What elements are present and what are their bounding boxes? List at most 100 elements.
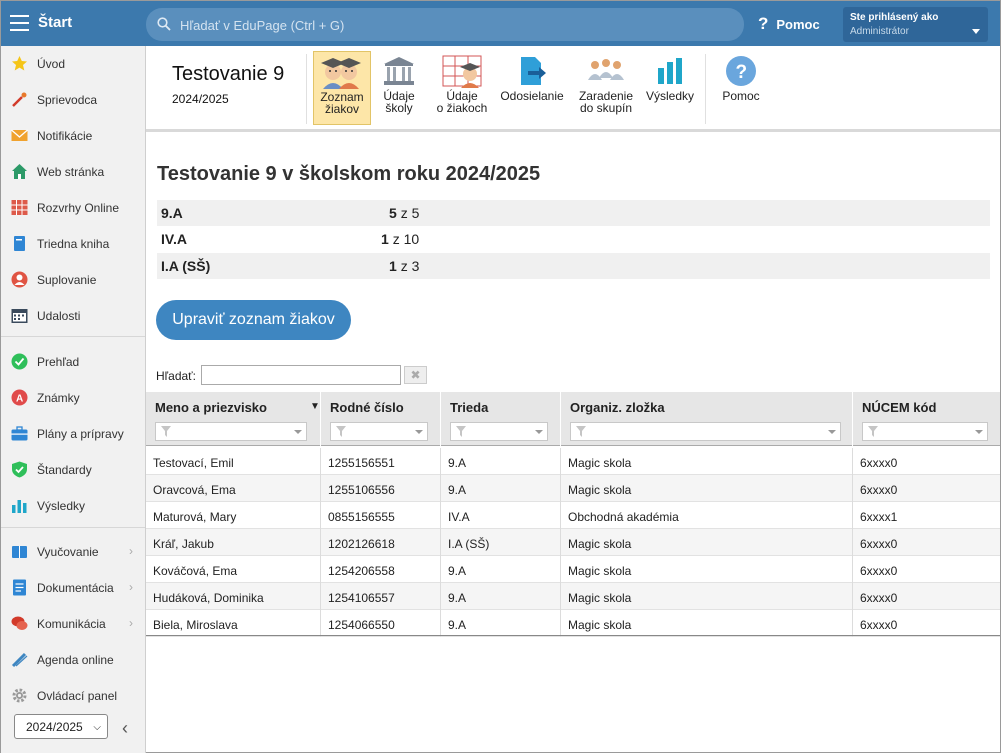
search-box[interactable] — [146, 8, 744, 41]
filter-icon — [456, 426, 466, 437]
tab-odosielanie[interactable]: Odosielanie — [499, 51, 565, 125]
check-circle-icon — [11, 353, 28, 370]
table-cell: 6xxxx1 — [860, 510, 898, 524]
class-name: IV.A — [161, 231, 187, 247]
column-header-nucem-code[interactable]: NÚCEM kód — [853, 392, 1000, 446]
table-row[interactable]: Oravcová, Ema 1255106556 9.A Magic skola 6xx… — [146, 475, 1000, 502]
edit-student-list-button[interactable]: Upraviť zoznam žiakov — [156, 300, 351, 340]
sidebar-item-triedna-kniha[interactable]: Triedna kniha — [1, 226, 145, 260]
user-status: Ste prihlásený ako — [850, 12, 939, 23]
column-filter[interactable] — [155, 422, 307, 441]
search-icon — [157, 17, 171, 31]
sidebar-item-udalosti[interactable]: Udalosti — [1, 298, 145, 332]
sidebar-item-label: Komunikácia — [37, 617, 106, 631]
table-cell: 1255106556 — [321, 475, 441, 502]
table-cell: 1202126618 — [321, 529, 441, 556]
year-select[interactable]: 2024/2025 ⌵ — [14, 714, 108, 739]
table-row[interactable]: Biela, Miroslava 1254066550 9.A Magic skola… — [146, 610, 1000, 637]
column-header-class[interactable]: Trieda — [441, 392, 561, 446]
envelope-icon — [11, 129, 28, 141]
tab-udaje-skoly[interactable]: Údaje školy — [377, 51, 421, 125]
document-icon — [13, 579, 26, 596]
chat-icon — [11, 616, 28, 630]
table-cell: 6xxxx0 — [860, 564, 898, 578]
sidebar-item-komunikacia[interactable]: Komunikácia › — [1, 606, 145, 640]
tab-udaje-o-ziakoch[interactable]: Údaje o žiakoch — [431, 51, 493, 125]
sidebar-item-uvod[interactable]: Úvod — [1, 46, 145, 80]
user-menu[interactable]: Ste prihlásený ako Administrátor — [843, 7, 988, 42]
table-row[interactable]: Testovací, Emil 1255156551 9.A Magic skola 6… — [146, 448, 1000, 475]
sidebar-item-agenda[interactable]: Agenda online — [1, 642, 145, 676]
sidebar-divider — [1, 336, 145, 337]
table-cell: 0855156555 — [321, 502, 441, 529]
pen-icon — [11, 652, 28, 668]
sidebar-item-prehlad[interactable]: Prehľad — [1, 344, 145, 378]
sidebar-item-suplovanie[interactable]: Suplovanie — [1, 262, 145, 296]
toolbar-label: Pomoc — [722, 89, 760, 103]
books-icon — [12, 546, 27, 558]
class-count: 5 z 5 — [389, 205, 420, 221]
start-link[interactable]: Štart — [38, 14, 72, 31]
table-row[interactable]: Hudáková, Dominika 1254106557 9.A Magic sko… — [146, 583, 1000, 610]
tab-pomoc[interactable]: ? Pomoc — [716, 51, 766, 125]
table-cell: 6xxxx0 — [860, 537, 898, 551]
sidebar-item-standardy[interactable]: Štandardy — [1, 452, 145, 486]
search-input[interactable] — [180, 15, 730, 35]
table-cell: 9.A — [441, 583, 561, 610]
sidebar-item-web[interactable]: Web stránka — [1, 154, 145, 188]
calendar-grid-icon — [11, 200, 28, 215]
chevron-right-icon: › — [129, 544, 133, 558]
chevron-down-icon — [975, 430, 983, 434]
table-cell: Magic skola — [561, 448, 853, 475]
table-row[interactable]: Maturová, Mary 0855156555 IV.A Obchodná aka… — [146, 502, 1000, 529]
column-header-org-unit[interactable]: Organiz. zložka — [561, 392, 853, 446]
caret-down-icon — [972, 29, 980, 34]
chevron-down-icon — [294, 430, 302, 434]
sidebar-item-vysledky[interactable]: Výsledky — [1, 488, 145, 522]
class-count-row: IV.A 1 z 10 — [157, 226, 990, 252]
sidebar-item-vyucovanie[interactable]: Vyučovanie › — [1, 534, 145, 568]
toolbar-label: do skupín — [579, 101, 633, 115]
sidebar-item-sprievodca[interactable]: Sprievodca — [1, 82, 145, 116]
top-bar: Štart ? Pomoc Ste prihlásený ako Administ… — [1, 1, 1000, 46]
column-filter[interactable] — [570, 422, 841, 441]
sidebar-item-rozvrhy[interactable]: Rozvrhy Online — [1, 190, 145, 224]
table-cell: Biela, Miroslava — [146, 610, 321, 637]
sidebar-item-znamky[interactable]: A Známky — [1, 380, 145, 414]
table-cell: Testovací, Emil — [146, 448, 321, 475]
shield-check-icon — [12, 461, 27, 478]
collapse-sidebar-icon[interactable]: ‹ — [122, 718, 128, 739]
svg-text:?: ? — [736, 62, 748, 83]
clear-filter-button[interactable]: ✖ — [404, 366, 427, 384]
class-count: 1 z 3 — [389, 258, 420, 274]
sidebar-item-plany[interactable]: Plány a prípravy — [1, 416, 145, 450]
filter-icon — [576, 426, 586, 437]
wand-icon — [12, 92, 27, 107]
column-filter[interactable] — [450, 422, 548, 441]
sidebar-item-label: Úvod — [37, 57, 66, 71]
results-icon — [658, 58, 682, 84]
table-row[interactable]: Kováčová, Ema 1254206558 9.A Magic skola 6xx… — [146, 556, 1000, 583]
column-header-birth-number[interactable]: Rodné číslo — [321, 392, 441, 446]
filter-icon — [161, 426, 171, 437]
class-count-row: 9.A 5 z 5 — [157, 200, 990, 226]
table-row[interactable]: Kráľ, Jakub 1202126618 I.A (SŠ) Magic skola… — [146, 529, 1000, 556]
table-cell: Magic skola — [561, 475, 853, 502]
column-filter[interactable] — [330, 422, 428, 441]
filter-input[interactable] — [201, 365, 401, 385]
tab-vysledky[interactable]: Výsledky — [643, 51, 697, 125]
sidebar-item-ovladaci-panel[interactable]: Ovládací panel — [1, 678, 145, 712]
table-cell: IV.A — [441, 502, 561, 529]
tab-zoznam-ziakov[interactable]: Zoznam žiakov — [313, 51, 371, 125]
menu-icon[interactable] — [10, 15, 29, 31]
column-filter[interactable] — [862, 422, 988, 441]
chevron-down-icon — [415, 430, 423, 434]
sidebar-item-notifikacie[interactable]: Notifikácie — [1, 118, 145, 152]
help-button[interactable]: ? Pomoc — [758, 14, 820, 34]
table-cell: 9.A — [441, 556, 561, 583]
person-icon — [11, 271, 28, 288]
table-cell: Magic skola — [561, 556, 853, 583]
sidebar-item-dokumentacia[interactable]: Dokumentácia › — [1, 570, 145, 604]
column-header-name[interactable]: Meno a priezvisko ▼ — [146, 392, 321, 446]
tab-zaradenie-do-skupin[interactable]: Zaradenie do skupín — [574, 51, 638, 125]
